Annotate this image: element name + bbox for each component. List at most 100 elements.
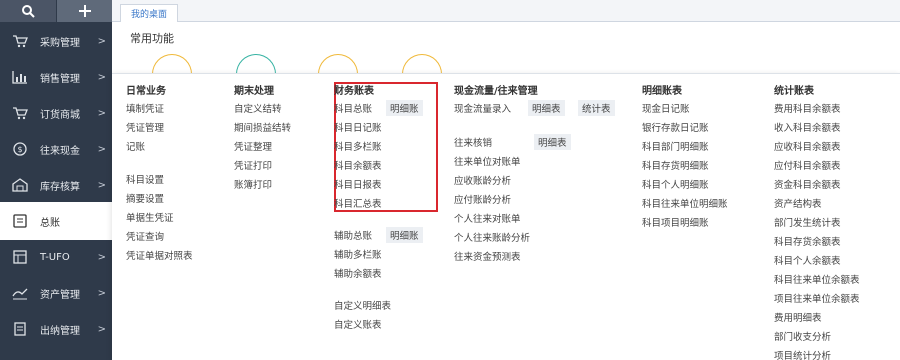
sidebar-item-sales[interactable]: 销售管理 > bbox=[0, 58, 112, 96]
menu-item[interactable]: 资产结构表 bbox=[774, 196, 822, 210]
menu-item[interactable]: 自定义账表 bbox=[334, 317, 382, 331]
menu-item[interactable]: 部门发生统计表 bbox=[774, 215, 841, 229]
sidebar-item-label: 采购管理 bbox=[40, 37, 80, 49]
menu-item[interactable]: 摘要设置 bbox=[126, 191, 164, 205]
add-button[interactable] bbox=[56, 0, 112, 22]
svg-text:$: $ bbox=[17, 145, 22, 154]
chart-icon bbox=[10, 69, 30, 85]
chevron-right-icon: > bbox=[97, 287, 106, 299]
menu-item[interactable]: 自定义结转 bbox=[234, 101, 282, 115]
sidebar-item-mall[interactable]: 订货商城 > bbox=[0, 94, 112, 132]
menu-item[interactable]: 银行存款日记账 bbox=[642, 120, 709, 134]
menu-item[interactable]: 应付科目余额表 bbox=[774, 158, 841, 172]
shortcut-cart-icon[interactable] bbox=[318, 54, 358, 74]
sidebar-item-label: 总账 bbox=[40, 217, 60, 229]
menu-item[interactable]: 自定义明细表 bbox=[334, 298, 391, 312]
menu-item[interactable]: 科目日报表 bbox=[334, 177, 382, 191]
menu-item[interactable]: 项目统计分析 bbox=[774, 348, 831, 360]
sidebar-item-cashier[interactable]: 出纳管理 > bbox=[0, 310, 112, 348]
menu-item[interactable]: 收入科目余额表 bbox=[774, 120, 841, 134]
menu-item[interactable]: 科目个人明细账 bbox=[642, 177, 709, 191]
warehouse-icon bbox=[10, 177, 30, 193]
menu-item[interactable]: 记账 bbox=[126, 139, 145, 153]
menu-item[interactable]: 科目设置 bbox=[126, 172, 164, 186]
menu-item[interactable]: 凭证整理 bbox=[234, 139, 272, 153]
section-title: 常用功能 bbox=[130, 32, 174, 45]
sidebar-item-tufo[interactable]: T-UFO > bbox=[0, 238, 112, 276]
menu-item[interactable]: 应收科目余额表 bbox=[774, 139, 841, 153]
chevron-right-icon: > bbox=[97, 71, 106, 83]
tab-home[interactable]: 我的桌面 bbox=[120, 4, 179, 22]
menu-item-chip[interactable]: 明细账 bbox=[386, 100, 423, 116]
menu-item[interactable]: 往来单位对账单 bbox=[454, 154, 521, 168]
chevron-right-icon: > bbox=[97, 107, 106, 119]
sidebar-item-inventory[interactable]: 库存核算 > bbox=[0, 166, 112, 204]
menu-item[interactable]: 单据生凭证 bbox=[126, 210, 174, 224]
chevron-right-icon: > bbox=[97, 251, 106, 263]
menu-column-header: 财务账表 bbox=[334, 86, 374, 97]
menu-item[interactable]: 应付账龄分析 bbox=[454, 192, 511, 206]
menu-item[interactable]: 凭证查询 bbox=[126, 229, 164, 243]
search-icon bbox=[22, 5, 35, 18]
menu-item[interactable]: 项目往来单位余额表 bbox=[774, 291, 860, 305]
menu-item[interactable]: 辅助多栏账 bbox=[334, 247, 382, 261]
menu-item[interactable]: 期间损益结转 bbox=[234, 120, 291, 134]
chevron-right-icon: > bbox=[97, 143, 106, 155]
menu-item[interactable]: 个人往来对账单 bbox=[454, 211, 521, 225]
menu-item[interactable]: 现金日记账 bbox=[642, 101, 690, 115]
shop-cart-icon bbox=[10, 105, 30, 121]
menu-item[interactable]: 科目总账 bbox=[334, 101, 372, 115]
sidebar: 采购管理 > 销售管理 > 订货商城 > $ 往来现金 > 库存核算 > 总账 … bbox=[0, 0, 112, 360]
search-button[interactable] bbox=[0, 0, 56, 22]
menu-item[interactable]: 现金流量录入 bbox=[454, 101, 511, 115]
menu-column-header: 期末处理 bbox=[234, 86, 274, 97]
shortcut-cart-icon[interactable] bbox=[402, 54, 442, 74]
menu-item[interactable]: 应收账龄分析 bbox=[454, 173, 511, 187]
menu-item[interactable]: 科目项目明细账 bbox=[642, 215, 709, 229]
menu-item[interactable]: 科目个人余额表 bbox=[774, 253, 841, 267]
menu-item[interactable]: 科目余额表 bbox=[334, 158, 382, 172]
menu-item[interactable]: 凭证管理 bbox=[126, 120, 164, 134]
sidebar-item-ledger[interactable]: 总账 bbox=[0, 202, 112, 240]
menu-column-header: 现金流量/往来管理 bbox=[454, 86, 538, 97]
menu-item-chip[interactable]: 明细表 bbox=[534, 134, 571, 150]
menu-item[interactable]: 凭证单据对照表 bbox=[126, 248, 193, 262]
menu-item[interactable]: 科目汇总表 bbox=[334, 196, 382, 210]
menu-column-header: 明细账表 bbox=[642, 86, 682, 97]
menu-item[interactable]: 资金科目余额表 bbox=[774, 177, 841, 191]
menu-item-chip[interactable]: 明细表 bbox=[528, 100, 565, 116]
menu-item[interactable]: 科目往来单位明细账 bbox=[642, 196, 728, 210]
menu-item[interactable]: 往来核销 bbox=[454, 135, 492, 149]
asset-icon bbox=[10, 285, 30, 301]
tab-bar: 我的桌面 bbox=[112, 0, 900, 22]
sidebar-item-label: 往来现金 bbox=[40, 145, 80, 157]
menu-item[interactable]: 往来资金预测表 bbox=[454, 249, 521, 263]
report-icon bbox=[10, 249, 30, 265]
menu-item-chip[interactable]: 明细账 bbox=[386, 227, 423, 243]
sidebar-item-purchase[interactable]: 采购管理 > bbox=[0, 22, 112, 60]
shortcut-document-icon[interactable] bbox=[236, 54, 276, 74]
shortcut-cart-icon[interactable] bbox=[152, 54, 192, 74]
menu-item[interactable]: 费用科目余额表 bbox=[774, 101, 841, 115]
menu-item[interactable]: 科目部门明细账 bbox=[642, 139, 709, 153]
menu-item[interactable]: 账簿打印 bbox=[234, 177, 272, 191]
menu-item[interactable]: 个人往来账龄分析 bbox=[454, 230, 530, 244]
menu-item[interactable]: 科目存货明细账 bbox=[642, 158, 709, 172]
menu-item[interactable]: 部门收支分析 bbox=[774, 329, 831, 343]
ledger-menu-panel: 日常业务 填制凭证 凭证管理 记账 科目设置 摘要设置 单据生凭证 凭证查询 凭… bbox=[112, 73, 900, 360]
menu-item[interactable]: 科目多栏账 bbox=[334, 139, 382, 153]
sidebar-item-label: 订货商城 bbox=[40, 109, 80, 121]
menu-item[interactable]: 凭证打印 bbox=[234, 158, 272, 172]
menu-item[interactable]: 填制凭证 bbox=[126, 101, 164, 115]
sidebar-item-cash[interactable]: $ 往来现金 > bbox=[0, 130, 112, 168]
menu-item[interactable]: 费用明细表 bbox=[774, 310, 822, 324]
menu-item[interactable]: 辅助余额表 bbox=[334, 266, 382, 280]
menu-item-chip[interactable]: 统计表 bbox=[578, 100, 615, 116]
menu-item[interactable]: 科目往来单位余额表 bbox=[774, 272, 860, 286]
sidebar-topbar bbox=[0, 0, 112, 22]
menu-item[interactable]: 辅助总账 bbox=[334, 228, 372, 242]
menu-item[interactable]: 科目存货余额表 bbox=[774, 234, 841, 248]
sidebar-item-label: 资产管理 bbox=[40, 289, 80, 301]
menu-item[interactable]: 科目日记账 bbox=[334, 120, 382, 134]
sidebar-item-assets[interactable]: 资产管理 > bbox=[0, 274, 112, 312]
